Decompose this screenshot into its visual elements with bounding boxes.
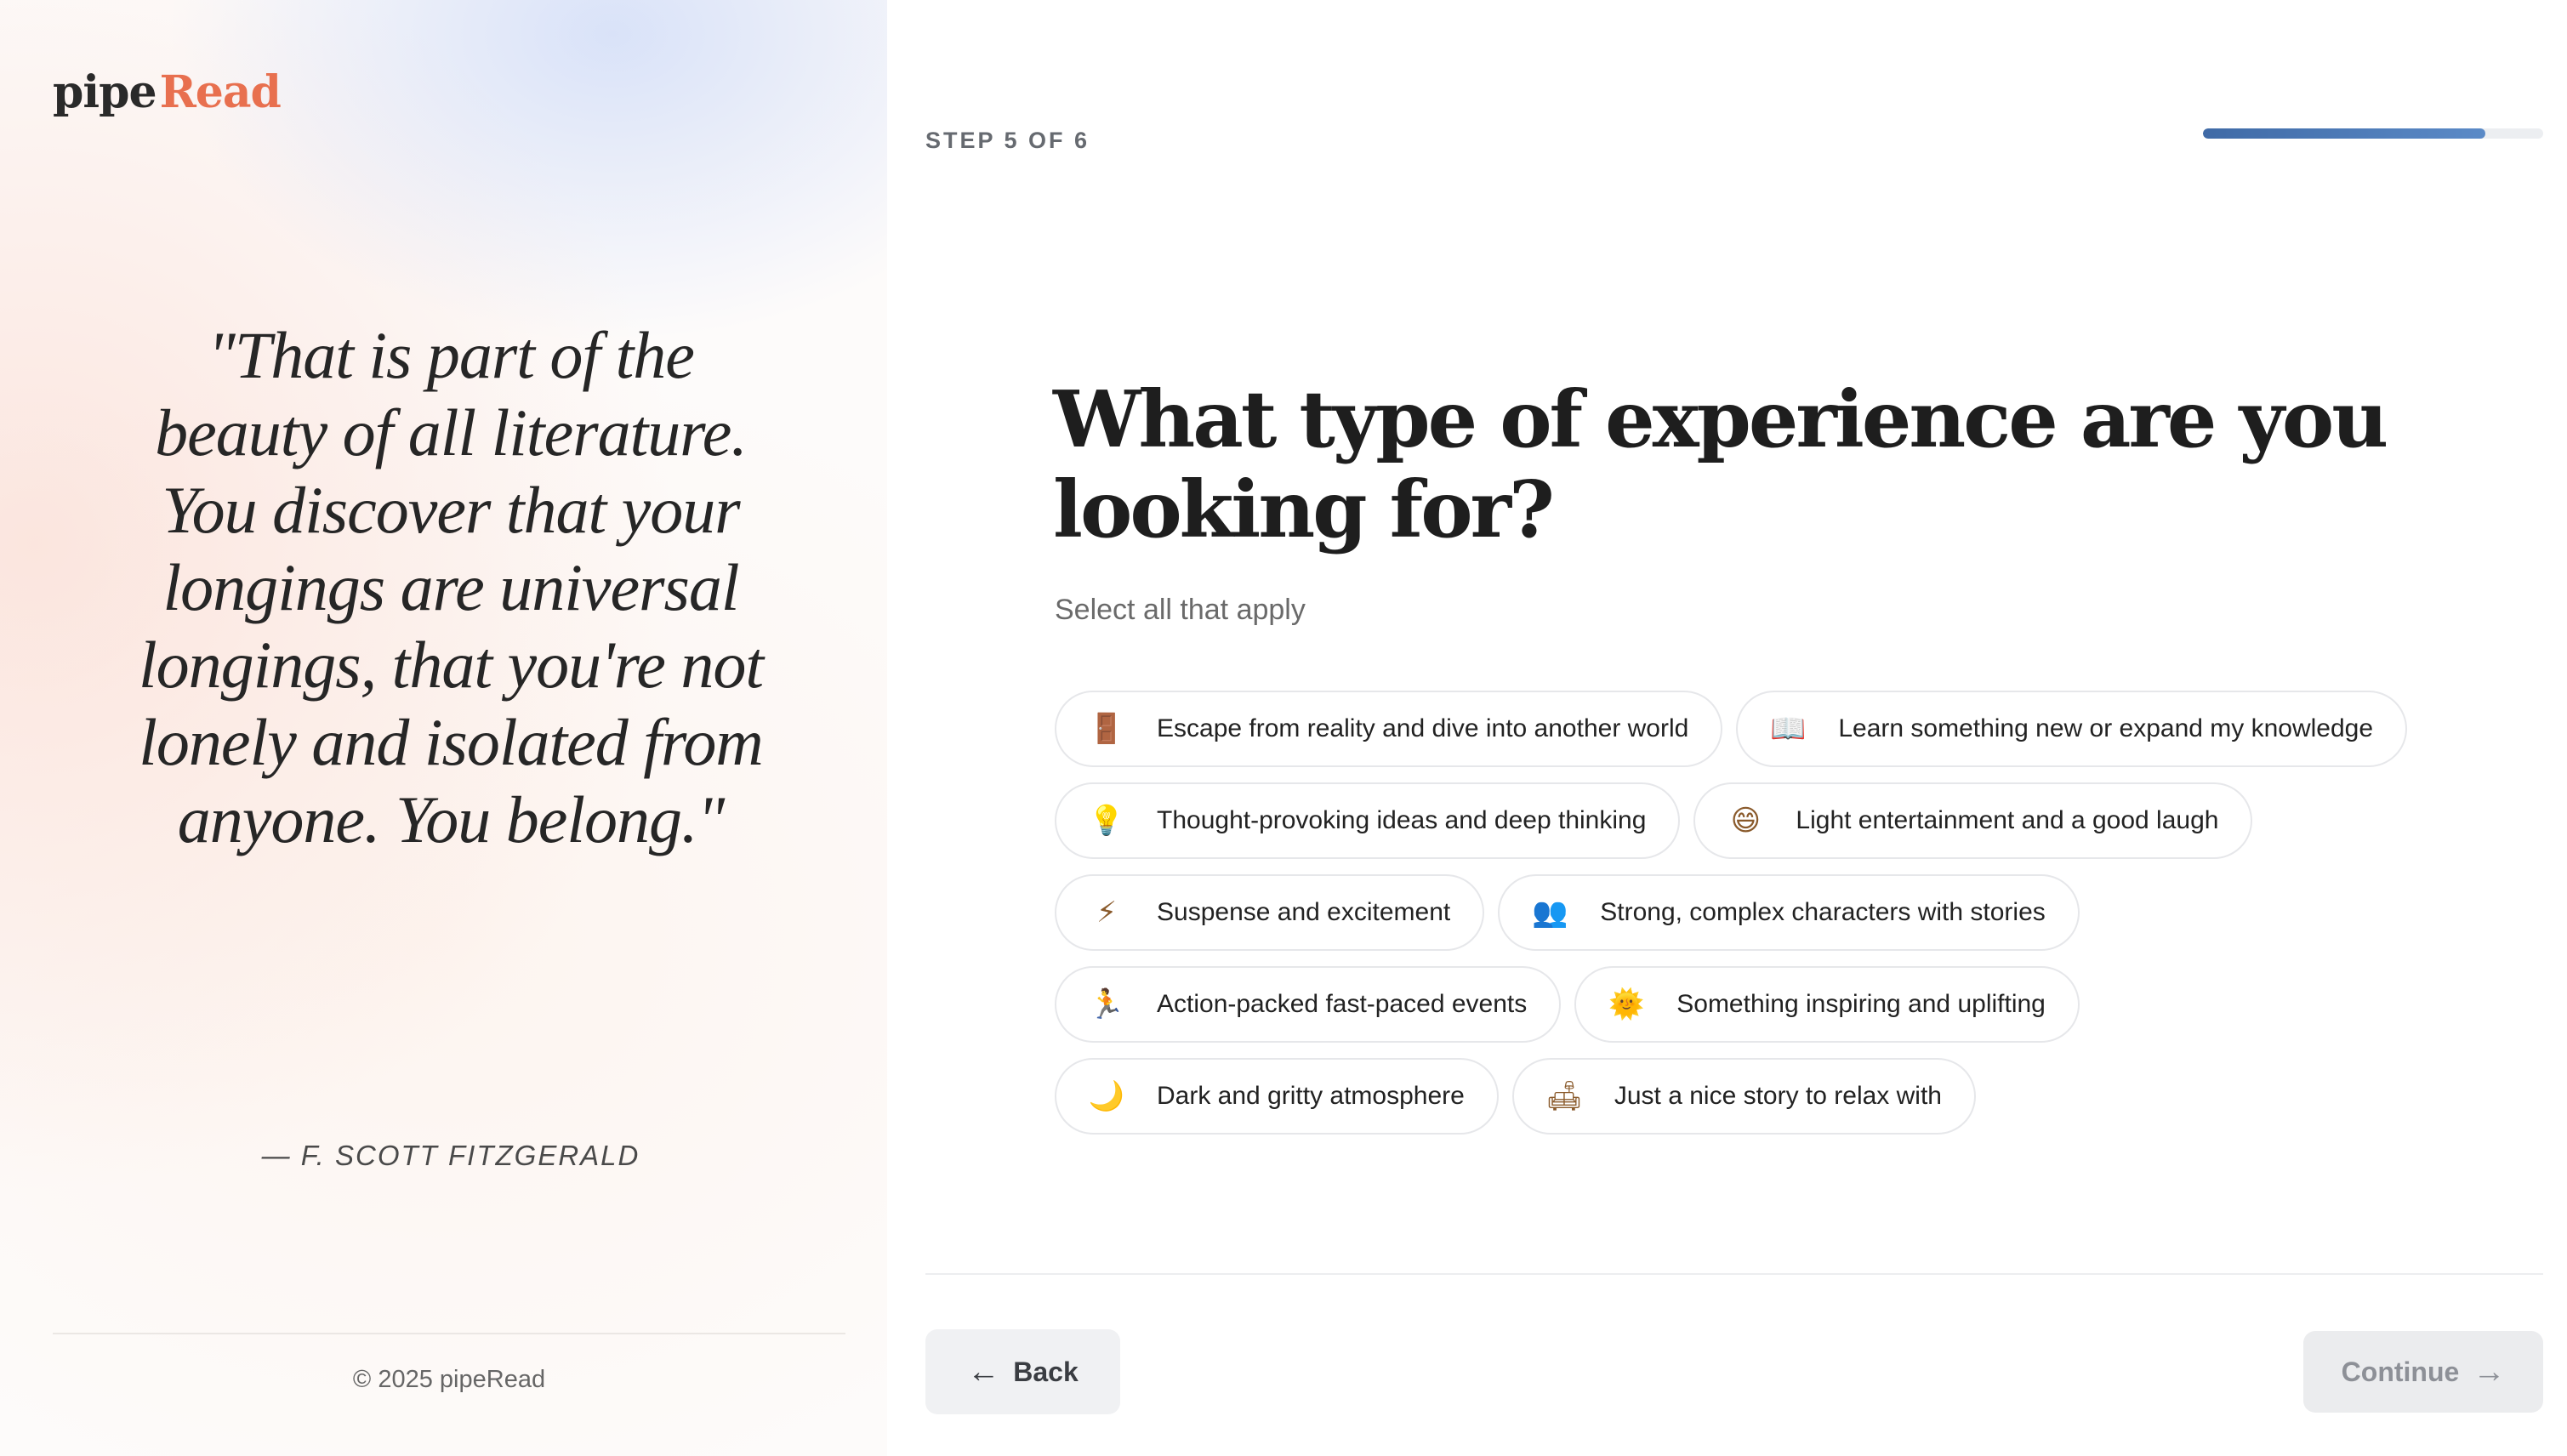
footer-divider [925,1273,2543,1275]
option-label: Action-packed fast-paced events [1157,990,1528,1018]
option-light-entertainment[interactable]: 😄 Light entertainment and a good laugh [1693,782,2253,859]
option-dark-gritty[interactable]: 🌙 Dark and gritty atmosphere [1055,1058,1499,1135]
options-row: 🏃 Action-packed fast-paced events 🌞 Some… [1055,966,2535,1043]
option-escape-reality[interactable]: 🚪 Escape from reality and dive into anot… [1055,691,1723,767]
quote-panel: pipeRead "That is part of the beauty of … [0,0,887,1456]
quote-author: — F. SCOTT FITZGERALD [261,1140,640,1171]
option-inspiring[interactable]: 🌞 Something inspiring and uplifting [1574,966,2080,1043]
option-action-packed[interactable]: 🏃 Action-packed fast-paced events [1055,966,1562,1043]
question-title: What type of experience are you looking … [1053,373,2388,555]
progress-bar-fill [2203,128,2485,139]
divider [53,1333,845,1334]
arrow-left-icon: ← [967,1354,1000,1390]
sun-icon: 🌞 [1608,988,1645,1021]
options-row: 💡 Thought-provoking ideas and deep think… [1055,782,2535,859]
experience-options: 🚪 Escape from reality and dive into anot… [1055,691,2535,1150]
copyright-text: © 2025 pipeRead [352,1366,546,1393]
crescent-moon-icon: 🌙 [1088,1080,1125,1112]
options-row: ⚡ Suspense and excitement 👥 Strong, comp… [1055,874,2535,951]
option-learn-something-new[interactable]: 📖 Learn something new or expand my knowl… [1736,691,2408,767]
couch-icon: 🛋 [1545,1080,1583,1112]
option-thought-provoking[interactable]: 💡 Thought-provoking ideas and deep think… [1055,782,1681,859]
door-icon: 🚪 [1088,713,1125,745]
option-label: Escape from reality and dive into anothe… [1157,714,1689,742]
arrow-right-icon: → [2473,1354,2506,1390]
lightbulb-icon: 💡 [1088,805,1125,837]
step-indicator: STEP 5 OF 6 [925,128,1090,153]
question-subtitle: Select all that apply [1055,594,1306,626]
option-label: Suspense and excitement [1157,898,1451,926]
back-button[interactable]: ← Back [925,1329,1120,1414]
option-label: Just a nice story to relax with [1614,1082,1942,1110]
option-label: Something inspiring and uplifting [1676,990,2046,1018]
people-icon: 👥 [1532,896,1568,929]
grinning-face-icon: 😄 [1730,805,1762,837]
option-relaxing-story[interactable]: 🛋 Just a nice story to relax with [1511,1058,1976,1135]
option-label: Thought-provoking ideas and deep thinkin… [1157,806,1647,834]
open-book-icon: 📖 [1770,713,1807,745]
logo-text-read: Read [159,66,282,118]
option-label: Light entertainment and a good laugh [1796,806,2219,834]
lightning-icon: ⚡ [1096,896,1117,929]
logo[interactable]: pipeRead [53,66,282,118]
continue-button-label: Continue [2341,1356,2460,1387]
options-row: 🚪 Escape from reality and dive into anot… [1055,691,2535,767]
progress-bar [2203,128,2543,139]
continue-button[interactable]: Continue → [2303,1331,2543,1413]
options-row: 🌙 Dark and gritty atmosphere 🛋 Just a ni… [1055,1058,2535,1135]
option-label: Learn something new or expand my knowled… [1838,714,2374,742]
back-button-label: Back [1013,1356,1079,1387]
option-suspense[interactable]: ⚡ Suspense and excitement [1055,874,1485,951]
option-label: Strong, complex characters with stories [1600,898,2046,926]
option-complex-characters[interactable]: 👥 Strong, complex characters with storie… [1498,874,2080,951]
quote-text: "That is part of the beauty of all liter… [138,318,764,856]
option-label: Dark and gritty atmosphere [1157,1082,1465,1110]
logo-text-pipe: pipe [53,66,157,118]
running-person-icon: 🏃 [1088,988,1125,1021]
